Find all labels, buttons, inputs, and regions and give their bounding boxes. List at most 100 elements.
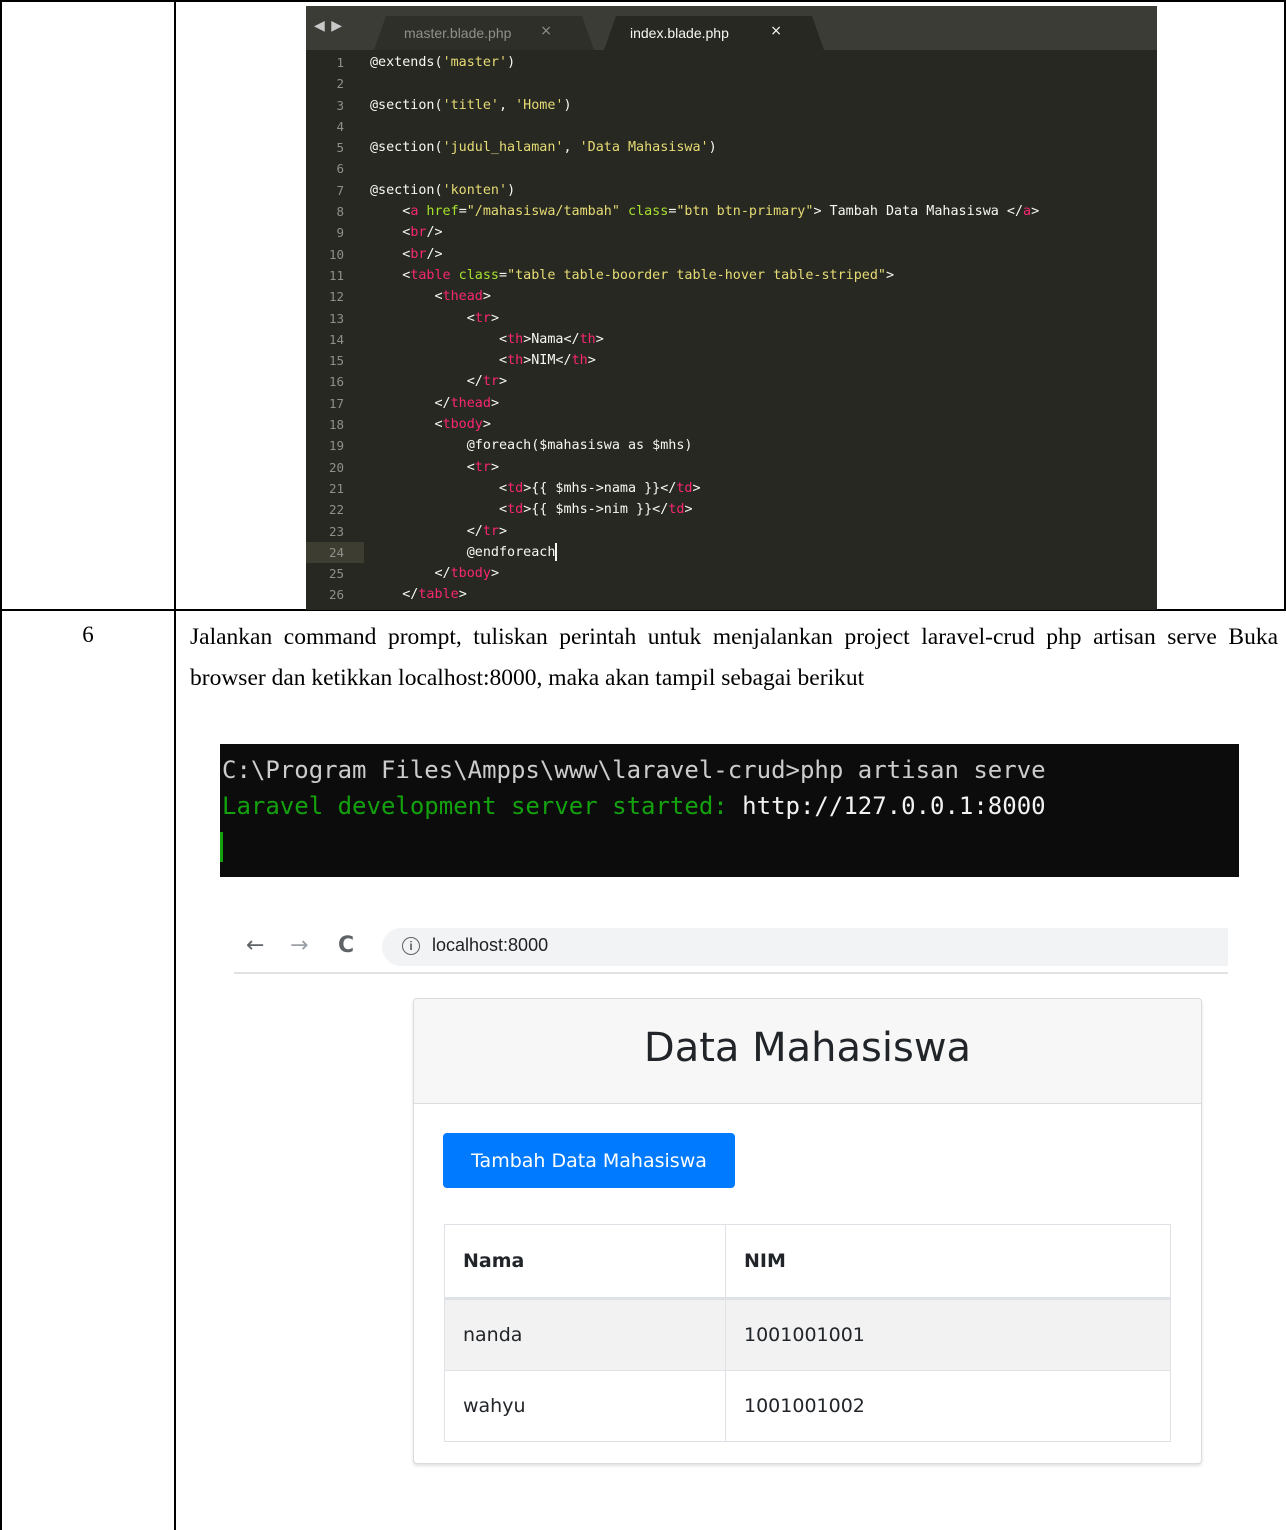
- line-number: 8: [336, 204, 344, 220]
- line-number: 3: [336, 97, 344, 113]
- code-text: <a href="/mahasiswa/tambah" class="btn b…: [370, 204, 1040, 220]
- code-line: 14 <th>Nama</th>: [306, 329, 1157, 350]
- code-text: <br/>: [370, 246, 443, 262]
- code-line: 6: [306, 158, 1157, 179]
- line-number: 18: [328, 417, 344, 433]
- code-text: <th>NIM</th>: [370, 353, 596, 369]
- code-line: 9 <br/>: [306, 222, 1157, 243]
- line-number: 22: [328, 502, 344, 518]
- line-number: 9: [336, 225, 344, 241]
- code-text: <td>{{ $mhs->nim }}</td>: [370, 502, 693, 518]
- terminal-output-url: http://127.0.0.1:8000: [742, 792, 1046, 820]
- students-table: Nama NIM nanda 1001001001 wahyu 10010010…: [444, 1224, 1171, 1442]
- code-text: @section('judul_halaman', 'Data Mahasisw…: [370, 140, 717, 156]
- code-line: 13 <tr>: [306, 308, 1157, 329]
- code-text: </tr>: [370, 523, 508, 539]
- terminal-command: C:\Program Files\Ampps\www\laravel-crud>…: [222, 756, 1046, 784]
- code-line: 8 <a href="/mahasiswa/tambah" class="btn…: [306, 201, 1157, 222]
- code-line: 19 @foreach($mahasiswa as $mhs): [306, 435, 1157, 456]
- cell-nama: wahyu: [444, 1370, 726, 1442]
- line-number: 13: [328, 310, 344, 326]
- column-header-nama: Nama: [444, 1224, 726, 1300]
- code-line: 12 <thead>: [306, 286, 1157, 307]
- line-number: 5: [336, 140, 344, 156]
- code-text: <tr>: [370, 310, 499, 326]
- line-number: 10: [328, 246, 344, 262]
- close-icon[interactable]: ×: [770, 23, 782, 39]
- table-row[interactable]: wahyu 1001001002: [444, 1370, 1171, 1442]
- code-text: </tbody>: [370, 566, 499, 582]
- line-number: 1: [336, 55, 344, 70]
- code-line: 26 </table>: [306, 584, 1157, 605]
- terminal-output-message: Laravel development server started:: [222, 792, 743, 820]
- step-instruction: Jalankan command prompt, tuliskan perint…: [190, 624, 1278, 691]
- code-text: <tr>: [370, 459, 499, 475]
- code-text: @section('konten'): [370, 182, 516, 198]
- line-number: 26: [328, 587, 344, 603]
- code-line: 11 <table class="table table-boorder tab…: [306, 265, 1157, 286]
- code-text: <br/>: [370, 225, 443, 241]
- cell-nama: nanda: [444, 1298, 726, 1371]
- code-text: <td>{{ $mhs->nama }}</td>: [370, 480, 701, 496]
- cell-nim: 1001001001: [725, 1298, 1171, 1371]
- line-number: 15: [328, 353, 344, 369]
- back-arrow-icon[interactable]: ←: [246, 933, 264, 958]
- line-number: 25: [328, 566, 344, 582]
- line-number: 14: [328, 331, 344, 347]
- line-number: 11: [328, 267, 344, 283]
- column-header-nim: NIM: [725, 1224, 1171, 1300]
- code-line: 24 @endforeach: [306, 541, 1157, 564]
- line-number: 12: [328, 289, 344, 305]
- code-line: 1 @extends('master'): [306, 52, 1157, 73]
- add-data-button[interactable]: Tambah Data Mahasiswa: [443, 1133, 735, 1188]
- code-line: 17 </thead>: [306, 393, 1157, 414]
- reload-icon[interactable]: C: [338, 933, 354, 958]
- table-border-column: [174, 0, 176, 1530]
- line-number: 24: [328, 544, 344, 560]
- table-border-top: [0, 0, 1286, 2]
- code-text: <tbody>: [370, 417, 491, 433]
- code-text: </tr>: [370, 374, 508, 390]
- code-text: @endforeach: [370, 542, 558, 561]
- line-number: 20: [328, 459, 344, 475]
- code-text: </thead>: [370, 395, 499, 411]
- line-number: 7: [336, 182, 344, 198]
- tab-label: index.blade.php: [630, 25, 729, 41]
- code-text: </table>: [370, 587, 467, 603]
- code-line: 7 @section('konten'): [306, 180, 1157, 201]
- close-icon[interactable]: ×: [540, 23, 552, 39]
- code-line: 21 <td>{{ $mhs->nama }}</td>: [306, 478, 1157, 499]
- terminal-cursor: [220, 832, 223, 862]
- line-number: 16: [328, 374, 344, 390]
- code-line: 3 @section('title', 'Home'): [306, 95, 1157, 116]
- table-border-left: [0, 0, 2, 1530]
- line-number: 21: [328, 480, 344, 496]
- tab-index-blade[interactable]: index.blade.php ×: [604, 16, 824, 50]
- line-number: 17: [328, 395, 344, 411]
- tab-master-blade[interactable]: master.blade.php ×: [374, 16, 594, 50]
- code-text: @foreach($mahasiswa as $mhs): [370, 438, 693, 454]
- address-bar[interactable]: i localhost:8000: [382, 928, 1228, 966]
- table-row[interactable]: nanda 1001001001: [444, 1298, 1171, 1371]
- code-text: <th>Nama</th>: [370, 331, 604, 347]
- info-icon[interactable]: i: [402, 937, 420, 955]
- command-prompt: C:\Program Files\Ampps\www\laravel-crud>…: [220, 744, 1239, 877]
- tab-nav-arrows-icon[interactable]: ◀ ▶: [314, 18, 343, 34]
- code-text: @section('title', 'Home'): [370, 97, 572, 113]
- table-header-row: Nama NIM: [444, 1224, 1171, 1300]
- editor-tab-bar: ◀ ▶ master.blade.php × index.blade.php ×: [306, 6, 1157, 50]
- card-header: Data Mahasiswa: [414, 999, 1201, 1104]
- line-number: 2: [336, 76, 344, 92]
- url-text: localhost:8000: [432, 935, 549, 955]
- terminal-output: Laravel development server started: http…: [222, 792, 1046, 820]
- code-line: 10 <br/>: [306, 244, 1157, 265]
- code-line: 15 <th>NIM</th>: [306, 350, 1157, 371]
- text-cursor: [555, 542, 558, 561]
- page-title: Data Mahasiswa: [643, 1025, 972, 1071]
- code-line: 18 <tbody>: [306, 414, 1157, 435]
- forward-arrow-icon[interactable]: →: [290, 933, 308, 958]
- tab-label: master.blade.php: [404, 25, 512, 41]
- code-line: 5 @section('judul_halaman', 'Data Mahasis…: [306, 137, 1157, 158]
- code-area[interactable]: 1 @extends('master') 2 3 @section('title', '…: [306, 52, 1157, 606]
- code-text: @extends('master'): [370, 55, 516, 70]
